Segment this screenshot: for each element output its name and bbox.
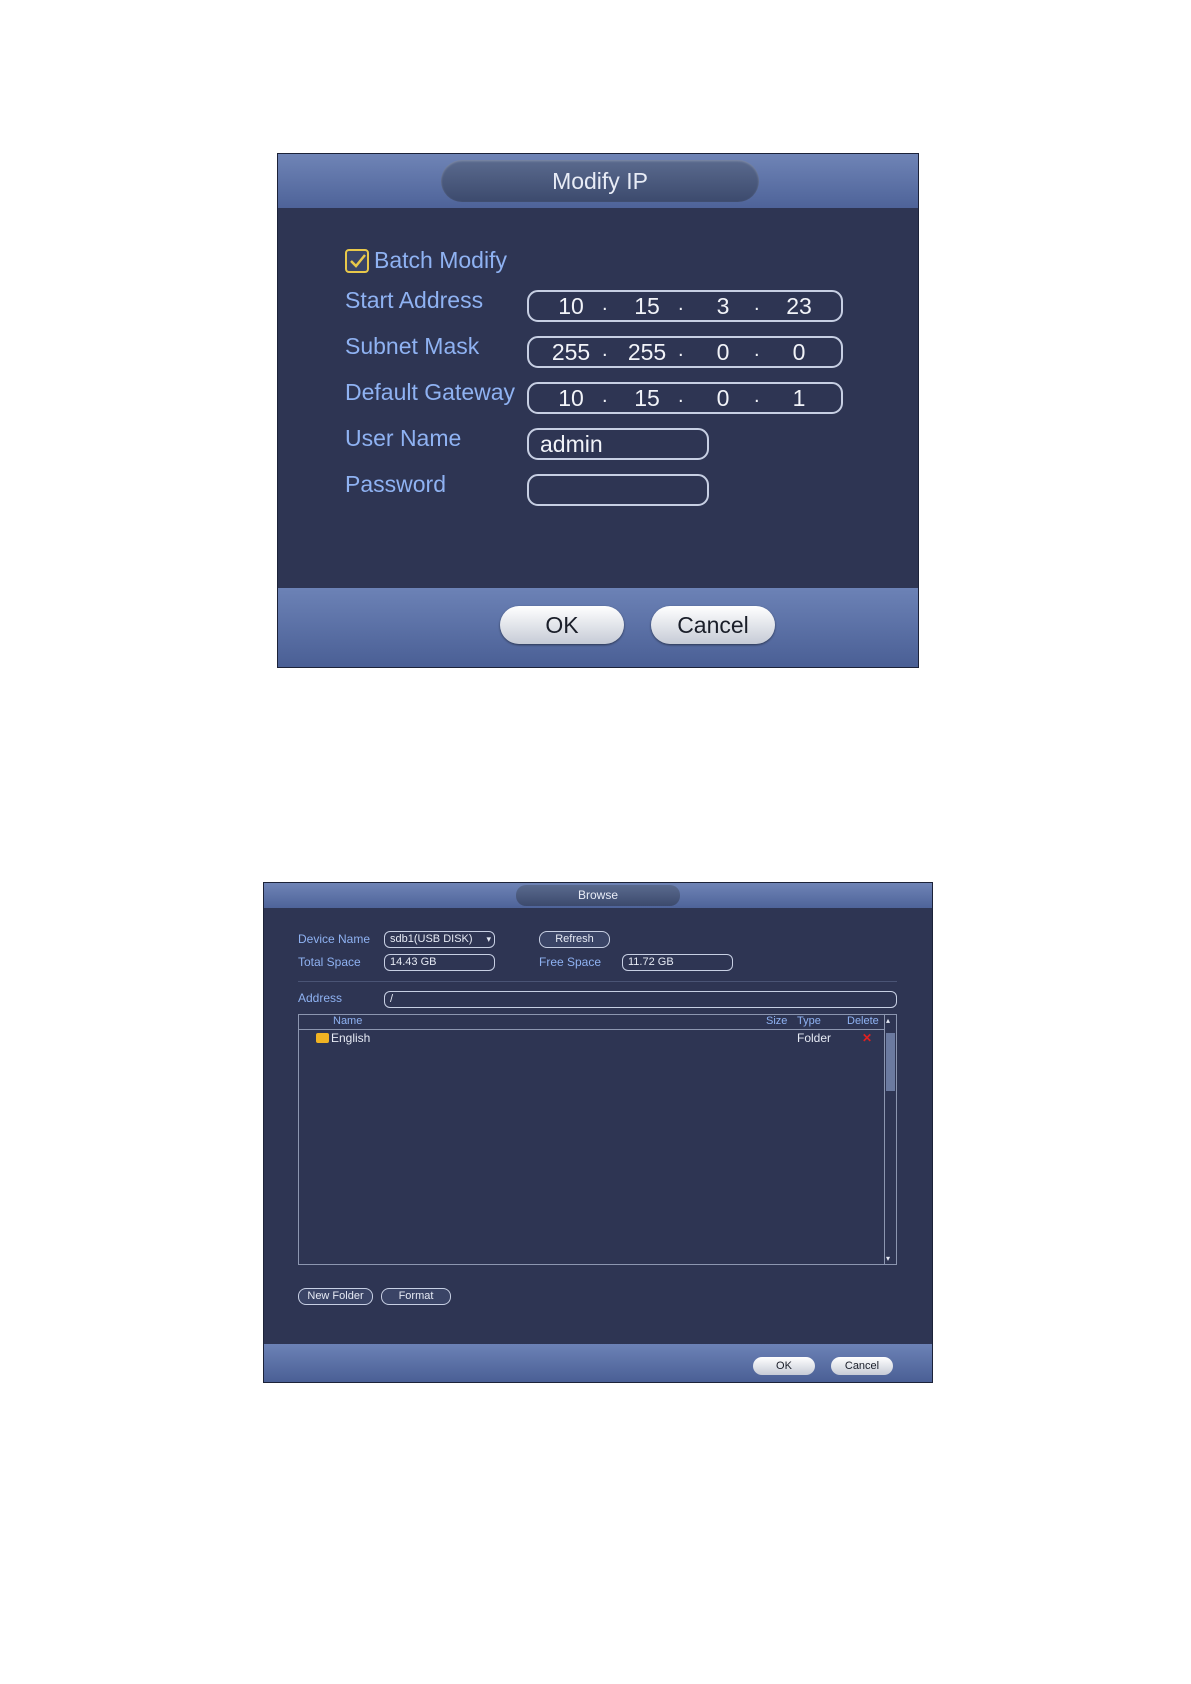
total-space-field: 14.43 GB (384, 954, 495, 971)
browse-dialog: Browse Device Name sdb1(USB DISK) ▾ Refr… (263, 882, 933, 1383)
user-name-label: User Name (345, 425, 462, 451)
subnet-mask-octet-4: 0 (792, 339, 806, 365)
modify-ip-dialog: Modify IP Batch Modify Start Address 10 … (277, 153, 919, 668)
dot-separator: . (602, 385, 608, 407)
check-icon (350, 254, 366, 268)
divider (298, 981, 897, 982)
start-address-octet-3: 3 (716, 293, 730, 319)
dialog-title: Browse (516, 885, 680, 906)
device-name-label: Device Name (298, 932, 371, 946)
format-button[interactable]: Format (381, 1288, 451, 1305)
dropdown-arrow-icon: ▾ (486, 934, 491, 944)
dot-separator: . (678, 385, 684, 407)
file-list: Name Size Type Delete English Folder ✕ ▴… (298, 1014, 897, 1265)
column-name: Name (333, 1015, 363, 1027)
address-input[interactable]: / (384, 991, 897, 1008)
ok-button[interactable]: OK (500, 606, 624, 644)
dot-separator: . (754, 293, 760, 315)
password-label: Password (345, 471, 446, 497)
address-label: Address (298, 991, 343, 1005)
default-gateway-field[interactable]: 10 . 15 . 0 . 1 (527, 382, 843, 414)
scroll-up-icon[interactable]: ▴ (886, 1016, 890, 1025)
default-gateway-octet-1: 10 (558, 385, 584, 411)
batch-modify-checkbox[interactable] (345, 249, 369, 273)
dot-separator: . (754, 339, 760, 361)
free-space-label: Free Space (539, 955, 602, 969)
cancel-button[interactable]: Cancel (831, 1357, 893, 1375)
start-address-octet-4: 23 (786, 293, 812, 319)
column-delete: Delete (847, 1015, 879, 1027)
list-item[interactable]: English Folder ✕ (299, 1031, 884, 1047)
scrollbar-thumb[interactable] (886, 1033, 895, 1091)
cancel-button[interactable]: Cancel (651, 606, 775, 644)
dot-separator: . (602, 293, 608, 315)
file-type: Folder (797, 1031, 832, 1045)
password-input[interactable] (527, 474, 709, 506)
default-gateway-octet-2: 15 (634, 385, 660, 411)
dot-separator: . (678, 293, 684, 315)
batch-modify-label: Batch Modify (374, 247, 507, 273)
user-name-value: admin (540, 431, 603, 457)
refresh-button[interactable]: Refresh (539, 931, 610, 948)
delete-icon[interactable]: ✕ (862, 1031, 872, 1045)
device-name-select[interactable]: sdb1(USB DISK) ▾ (384, 931, 495, 948)
dialog-title-bar: Browse (264, 883, 932, 908)
dot-separator: . (678, 339, 684, 361)
dialog-title: Modify IP (441, 160, 759, 202)
ok-button[interactable]: OK (753, 1357, 815, 1375)
folder-icon (316, 1033, 329, 1043)
new-folder-button[interactable]: New Folder (298, 1288, 373, 1305)
subnet-mask-field[interactable]: 255 . 255 . 0 . 0 (527, 336, 843, 368)
default-gateway-octet-4: 1 (792, 385, 806, 411)
free-space-field: 11.72 GB (622, 954, 733, 971)
default-gateway-label: Default Gateway (345, 379, 516, 405)
start-address-label: Start Address (345, 287, 484, 313)
column-size: Size (766, 1015, 788, 1027)
subnet-mask-octet-2: 255 (627, 339, 667, 365)
dialog-title-bar: Modify IP (278, 154, 918, 208)
scrollbar[interactable]: ▴ ▾ (884, 1015, 896, 1264)
column-type: Type (797, 1015, 821, 1027)
subnet-mask-octet-1: 255 (551, 339, 591, 365)
start-address-field[interactable]: 10 . 15 . 3 . 23 (527, 290, 843, 322)
device-name-value: sdb1(USB DISK) (390, 933, 473, 945)
user-name-input[interactable]: admin (527, 428, 709, 460)
start-address-octet-2: 15 (634, 293, 660, 319)
subnet-mask-octet-3: 0 (716, 339, 730, 365)
start-address-octet-1: 10 (558, 293, 584, 319)
default-gateway-octet-3: 0 (716, 385, 730, 411)
dot-separator: . (602, 339, 608, 361)
scroll-down-icon[interactable]: ▾ (886, 1254, 890, 1263)
subnet-mask-label: Subnet Mask (345, 333, 480, 359)
file-list-header: Name Size Type Delete (299, 1015, 884, 1030)
file-name: English (331, 1031, 371, 1045)
total-space-label: Total Space (298, 955, 361, 969)
dot-separator: . (754, 385, 760, 407)
